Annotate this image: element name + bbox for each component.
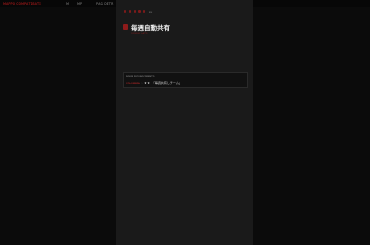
page-subtitle: ᴄᴏᴍᴍᴏ ʟᴀᴛᴏ — [131, 31, 148, 35]
row-name-link[interactable]: ᴄᴏʟᴏᴍʙɪᴀ — [126, 81, 140, 85]
brand-logo-text[interactable]: ᴍᴀᴘᴘᴏ ᴄᴏᴍᴘᴀᴛɪʙᴀᴛɪ — [3, 1, 41, 7]
breadcrumb-dot-icon[interactable] — [124, 10, 127, 13]
breadcrumb-dot-icon[interactable] — [128, 10, 131, 13]
info-card: ɴᴏᴍᴇ ʀɪᴄᴏɴᴏᴄɪᴍᴇɴᴛᴏ ᴄᴏʟᴏᴍʙɪᴀ › ★★ 「毎週共有しチ… — [123, 72, 248, 88]
content-panel: ᴇɴ 毎週自動共有 ᴄᴏᴍᴍᴏ ʟᴀᴛᴏ ɴᴏᴍᴇ ʀɪᴄᴏɴᴏᴄɪᴍᴇɴᴛᴏ … — [116, 0, 253, 245]
card-header: ɴᴏᴍᴇ ʀɪᴄᴏɴᴏᴄɪᴍᴇɴᴛᴏ — [126, 74, 155, 78]
breadcrumb: ᴇɴ — [124, 9, 152, 14]
list-item: ᴄᴏʟᴏᴍʙɪᴀ › ★★ 「毎週共有しチーム」 — [126, 81, 182, 85]
nav-item-1[interactable]: ᴍ — [66, 1, 69, 7]
breadcrumb-current: ᴇɴ — [148, 9, 153, 14]
star-icons: ★★ — [144, 81, 151, 85]
nav-item-2[interactable]: ᴍᴘ — [77, 1, 82, 7]
breadcrumb-dot-icon[interactable] — [138, 10, 141, 13]
breadcrumb-dot-icon[interactable] — [143, 10, 146, 13]
chevron-right-icon: › — [141, 81, 143, 85]
breadcrumb-dot-icon[interactable] — [133, 10, 136, 13]
page-title-icon — [123, 24, 128, 30]
nav-item-3[interactable]: ᴘᴀɢ ᴅᴇᴛʀ — [96, 1, 113, 7]
row-detail-link[interactable]: 「毎週共有しチーム」 — [152, 81, 182, 85]
